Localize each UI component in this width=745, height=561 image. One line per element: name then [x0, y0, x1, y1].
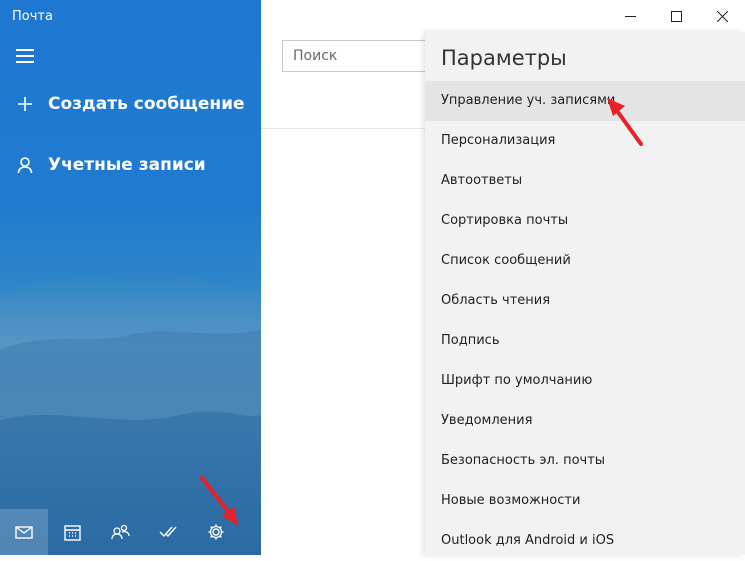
hamburger-menu-button[interactable]	[16, 49, 34, 63]
calendar-button[interactable]	[48, 509, 96, 555]
mail-button[interactable]	[0, 509, 48, 555]
search-placeholder: Поиск	[293, 48, 338, 64]
settings-item-whats-new[interactable]: Новые возможности	[425, 481, 745, 521]
settings-item-email-security[interactable]: Безопасность эл. почты	[425, 441, 745, 481]
mountain-background	[0, 267, 261, 555]
settings-item-manage-accounts[interactable]: Управление уч. записями	[425, 81, 745, 121]
bottom-navigation	[0, 509, 261, 555]
person-icon	[16, 156, 34, 174]
settings-item-auto-replies[interactable]: Автоответы	[425, 161, 745, 201]
settings-list: Управление уч. записями Персонализация А…	[425, 81, 745, 561]
accounts-button[interactable]: Учетные записи	[16, 155, 206, 175]
settings-gear-icon	[208, 524, 224, 540]
minimize-button[interactable]	[607, 0, 653, 32]
mail-icon	[15, 525, 33, 539]
todo-button[interactable]	[144, 509, 192, 555]
maximize-icon	[670, 10, 682, 22]
calendar-icon	[63, 524, 81, 541]
settings-panel: Параметры Управление уч. записями Персон…	[425, 32, 745, 555]
window-controls	[607, 0, 745, 32]
close-button[interactable]	[699, 0, 745, 32]
settings-item-focused-inbox[interactable]: Сортировка почты	[425, 201, 745, 241]
sidebar: Почта Создать сообщение Учетные записи	[0, 0, 261, 555]
app-title: Почта	[12, 9, 53, 24]
settings-item-default-font[interactable]: Шрифт по умолчанию	[425, 361, 745, 401]
new-message-button[interactable]: Создать сообщение	[16, 94, 245, 114]
settings-item-signature[interactable]: Подпись	[425, 321, 745, 361]
settings-button[interactable]	[192, 509, 240, 555]
people-icon	[110, 524, 130, 540]
settings-item-personalization[interactable]: Персонализация	[425, 121, 745, 161]
accounts-label: Учетные записи	[48, 155, 206, 175]
settings-item-reading-pane[interactable]: Область чтения	[425, 281, 745, 321]
todo-icon	[159, 526, 177, 538]
people-button[interactable]	[96, 509, 144, 555]
settings-title: Параметры	[441, 46, 567, 70]
maximize-button[interactable]	[653, 0, 699, 32]
plus-icon	[16, 96, 34, 112]
settings-item-notifications[interactable]: Уведомления	[425, 401, 745, 441]
minimize-icon	[624, 15, 636, 17]
new-message-label: Создать сообщение	[48, 94, 245, 114]
settings-item-outlook-mobile[interactable]: Outlook для Android и iOS	[425, 521, 745, 561]
close-icon	[716, 10, 728, 22]
red-arrow-to-manage-accounts	[607, 98, 643, 146]
settings-item-message-list[interactable]: Список сообщений	[425, 241, 745, 281]
list-divider	[261, 128, 431, 129]
search-input[interactable]: Поиск	[282, 40, 432, 72]
